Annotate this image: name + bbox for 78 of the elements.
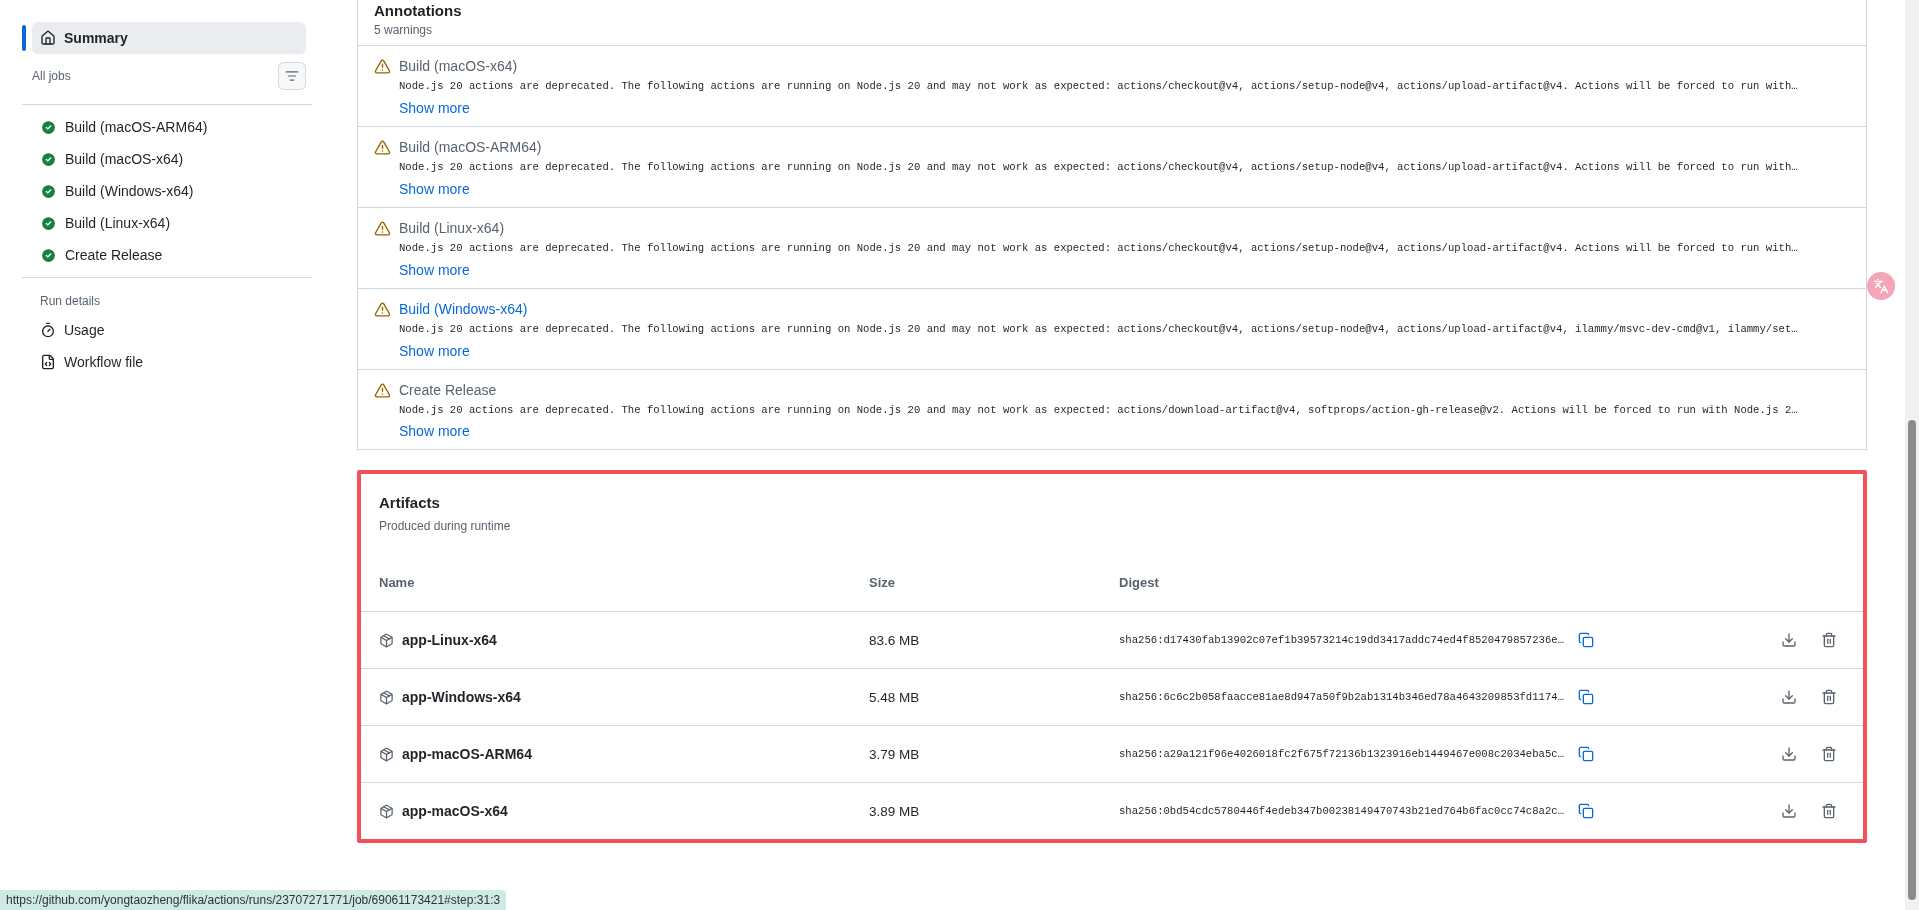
column-header: Name xyxy=(379,574,416,590)
artifact-name[interactable]: app-Windows-x64 xyxy=(402,689,521,706)
annotations-title: Annotations xyxy=(374,2,463,19)
job-link[interactable]: Build (macOS-ARM64) xyxy=(22,111,312,143)
show-more-link[interactable]: Show more xyxy=(399,180,470,197)
warning-icon xyxy=(374,138,391,156)
annotation-title: Create Release xyxy=(399,381,498,398)
warning-icon xyxy=(374,219,391,237)
job-link[interactable]: Create Release xyxy=(22,239,312,271)
copy-icon xyxy=(1578,689,1594,706)
artifact-name[interactable]: app-macOS-x64 xyxy=(402,803,508,820)
trash-icon xyxy=(1821,746,1837,763)
artifacts-subtitle: Produced during runtime xyxy=(379,519,512,534)
warning-icon xyxy=(374,300,391,318)
home-icon xyxy=(40,30,56,46)
warning-icon xyxy=(374,381,391,399)
copy-icon xyxy=(1578,803,1594,820)
annotation-message: Node.js 20 actions are deprecated. The following actions are running on Node.js 20 and may not work as expected: actions/checkout@v4, actions/setup-node@v4, actions/upload-artifact@v4, ilammy/msvc-dev-cmd@v1, ilammy/set… xyxy=(399,321,1798,337)
download-icon xyxy=(1781,689,1797,706)
download-icon xyxy=(1781,632,1797,649)
job-link[interactable]: Build (macOS-x64) xyxy=(22,143,312,175)
status-url: https://github.com/yongtaozheng/flika/actions/runs/23707271771/job/69061173421#step:31:3 xyxy=(0,890,507,910)
artifact-digest: sha256:a29a121f96e4026018fc2f675f72136b1323916eb1449467e008c2034eba5c… xyxy=(1119,748,1564,761)
artifact-size: 3.79 MB xyxy=(869,746,921,762)
trash-icon xyxy=(1821,632,1837,649)
artifact-digest: sha256:6c6c2b058faacce81ae8d947a50f9b2ab1314b346ed78a4643209853fd1174… xyxy=(1119,691,1564,704)
artifact-digest: sha256:d17430fab13902c07ef1b39573214c19dd3417addc74ed4f8520479857236e… xyxy=(1119,634,1564,647)
warning-icon xyxy=(374,58,391,75)
package-icon xyxy=(379,689,394,705)
check-circle-icon xyxy=(40,118,57,136)
annotation-message: Node.js 20 actions are deprecated. The following actions are running on Node.js 20 and may not work as expected: actions/download-artifact@v4, softprops/action-gh-release@v2. Actions will be forced to run with Node.js 2… xyxy=(399,402,1798,418)
show-more-link[interactable]: Show more xyxy=(399,423,470,440)
show-more-link[interactable]: Show more xyxy=(399,99,470,116)
column-header: Size xyxy=(869,574,896,590)
download-icon xyxy=(1781,803,1797,820)
show-more-link[interactable]: Show more xyxy=(399,342,470,359)
artifacts-title: Artifacts xyxy=(379,494,441,512)
copy-icon xyxy=(1578,632,1594,649)
annotation-message: Node.js 20 actions are deprecated. The following actions are running on Node.js 20 and may not work as expected: actions/checkout@v4, actions/setup-node@v4, actions/upload-artifact@v4. Actions will be forced to run with… xyxy=(399,159,1798,175)
trash-icon xyxy=(1821,803,1837,820)
summary-link[interactable]: Summary xyxy=(32,22,306,54)
annotation-message: Node.js 20 actions are deprecated. The following actions are running on Node.js 20 and may not work as expected: actions/checkout@v4, actions/setup-node@v4, actions/upload-artifact@v4. Actions will be forced to run with… xyxy=(399,79,1798,94)
job-link[interactable]: Build (Windows-x64) xyxy=(22,175,312,207)
package-icon xyxy=(379,746,394,762)
annotation-title: Build (Windows-x64) xyxy=(399,300,529,317)
stopwatch-icon xyxy=(40,322,56,338)
show-more-link[interactable]: Show more xyxy=(399,261,470,278)
download-icon xyxy=(1781,746,1797,763)
artifact-size: 3.89 MB xyxy=(869,803,921,819)
column-header: Digest xyxy=(1119,574,1160,590)
check-circle-icon xyxy=(40,214,57,232)
artifact-size: 83.6 MB xyxy=(869,632,921,648)
filter-icon xyxy=(285,69,299,83)
scrollbar[interactable] xyxy=(1905,0,1919,910)
artifact-size: 5.48 MB xyxy=(869,689,921,705)
check-circle-icon xyxy=(40,182,57,200)
annotation-message: Node.js 20 actions are deprecated. The following actions are running on Node.js 20 and may not work as expected: actions/checkout@v4, actions/setup-node@v4, actions/upload-artifact@v4. Actions will be forced to run with… xyxy=(399,240,1798,256)
annotation-title: Build (macOS-x64) xyxy=(399,58,519,74)
jobs-heading: All jobs xyxy=(32,69,71,83)
file-code-icon xyxy=(40,354,56,370)
check-circle-icon xyxy=(40,150,57,168)
job-link[interactable]: Build (Linux-x64) xyxy=(22,207,312,239)
artifact-name[interactable]: app-macOS-ARM64 xyxy=(402,746,532,763)
artifact-digest: sha256:0bd54cdc5780446f4edeb347b00238149470743b21ed764b6fac0cc74c8a2c… xyxy=(1119,805,1564,818)
run-details-link[interactable]: Usage xyxy=(22,314,312,346)
run-details-heading: Run details xyxy=(39,293,102,310)
filter-button[interactable] xyxy=(278,62,306,90)
copy-icon xyxy=(1578,746,1594,763)
artifact-name[interactable]: app-Linux-x64 xyxy=(402,632,497,649)
translate-icon xyxy=(1873,278,1889,294)
annotation-title: Build (macOS-ARM64) xyxy=(399,138,543,155)
package-icon xyxy=(379,632,394,648)
run-details-link[interactable]: Workflow file xyxy=(22,346,312,378)
warning-count: 5 warnings xyxy=(374,23,434,37)
trash-icon xyxy=(1821,689,1837,706)
annotation-title: Build (Linux-x64) xyxy=(399,219,506,236)
check-circle-icon xyxy=(40,246,57,264)
package-icon xyxy=(379,803,394,819)
